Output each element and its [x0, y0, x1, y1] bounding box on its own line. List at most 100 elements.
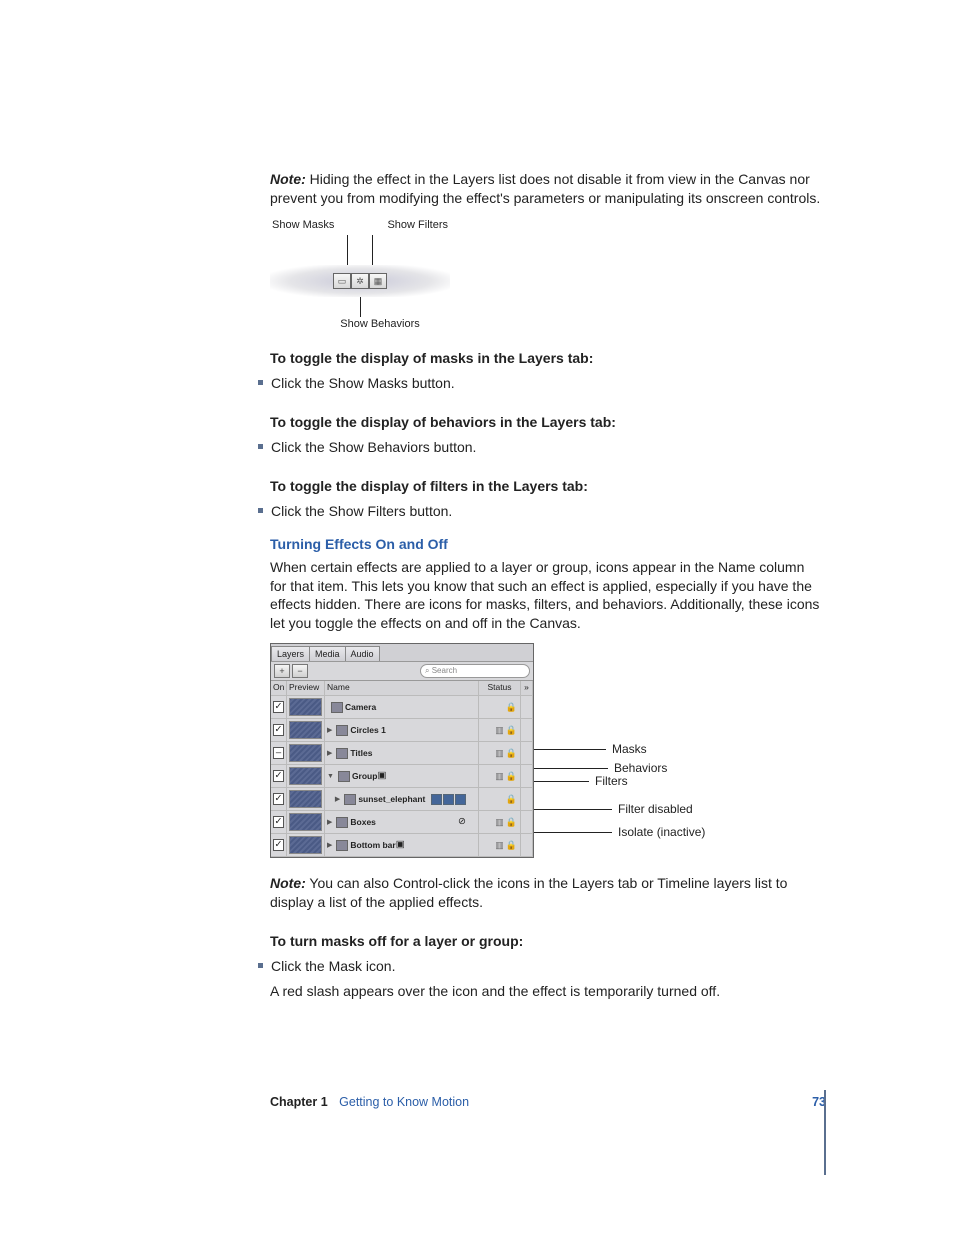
- label-show-behaviors: Show Behaviors: [310, 317, 450, 332]
- bullet-item: Click the Mask icon.: [270, 957, 824, 976]
- note-paragraph: Note: Hiding the effect in the Layers li…: [270, 170, 824, 208]
- preview-thumb: [289, 836, 322, 854]
- isolate-icon[interactable]: ▣: [396, 839, 405, 852]
- status-icon[interactable]: ▥: [495, 839, 504, 851]
- enable-checkbox[interactable]: ✓: [273, 724, 284, 736]
- status-icons: ▥🔒: [481, 816, 518, 828]
- show-masks-button[interactable]: ▭: [333, 273, 351, 289]
- layer-row[interactable]: ✓ ▶sunset_elephant🔒: [271, 788, 533, 811]
- note-text: You can also Control-click the icons in …: [270, 875, 787, 910]
- remove-button[interactable]: −: [292, 664, 308, 678]
- layer-row[interactable]: ✓ ▶ Bottom bar ▣ ▥🔒: [271, 834, 533, 857]
- status-icons: ▥🔒: [481, 747, 518, 759]
- enable-checkbox[interactable]: –: [273, 747, 284, 759]
- masks-icon[interactable]: [431, 794, 442, 805]
- enable-checkbox[interactable]: ✓: [273, 816, 284, 828]
- preview-thumb: [289, 790, 322, 808]
- status-icon[interactable]: 🔒: [506, 770, 517, 782]
- layer-name: Circles 1: [350, 725, 385, 736]
- status-icon[interactable]: 🔒: [506, 747, 517, 759]
- layer-name: Group: [352, 771, 378, 782]
- disclosure-icon[interactable]: ▶: [327, 726, 332, 735]
- enable-checkbox[interactable]: ✓: [273, 839, 284, 851]
- layer-name: Boxes: [350, 817, 376, 828]
- search-input[interactable]: ⌕ Search: [420, 664, 530, 678]
- status-icon[interactable]: 🔒: [506, 793, 517, 805]
- status-icons: ▥🔒: [481, 839, 518, 851]
- show-behaviors-button[interactable]: ✲: [351, 273, 369, 289]
- bullet-text: Click the Mask icon.: [271, 957, 395, 976]
- layer-type-icon: [344, 794, 356, 805]
- tab-media[interactable]: Media: [309, 646, 346, 661]
- status-icon[interactable]: 🔒: [506, 724, 517, 736]
- label-show-filters: Show Filters: [387, 218, 448, 233]
- manual-page: Note: Hiding the effect in the Layers li…: [0, 0, 954, 1235]
- task-heading: To toggle the display of behaviors in th…: [270, 413, 824, 432]
- bullet-item: Click the Show Filters button.: [270, 502, 824, 521]
- disclosure-icon[interactable]: ▶: [327, 841, 332, 850]
- bullet-text: Click the Show Filters button.: [271, 502, 452, 521]
- col-preview: Preview: [287, 681, 325, 695]
- preview-thumb: [289, 698, 322, 716]
- layer-row[interactable]: ✓ ▶ Circles 1 ▥🔒: [271, 719, 533, 742]
- status-icon[interactable]: 🔒: [506, 701, 517, 713]
- status-icon[interactable]: 🔒: [506, 816, 517, 828]
- status-icons: ▥🔒: [481, 724, 518, 736]
- add-button[interactable]: +: [274, 664, 290, 678]
- filter-disabled-icon[interactable]: ⊘: [458, 816, 466, 829]
- preview-thumb: [289, 813, 322, 831]
- layer-row[interactable]: ✓ ▶ Boxes ⊘ ▥🔒: [271, 811, 533, 834]
- tab-layers[interactable]: Layers: [271, 646, 310, 661]
- enable-checkbox[interactable]: ✓: [273, 770, 284, 782]
- bullet-item: Click the Show Behaviors button.: [270, 438, 824, 457]
- bullet-text: Click the Show Masks button.: [271, 374, 455, 393]
- section-heading: Turning Effects On and Off: [270, 535, 824, 554]
- task-heading: To toggle the display of filters in the …: [270, 477, 824, 496]
- layer-type-icon: [336, 840, 348, 851]
- isolate-icon[interactable]: ▣: [377, 770, 386, 783]
- status-icon[interactable]: ▥: [495, 770, 504, 782]
- note-paragraph: Note: You can also Control-click the ico…: [270, 874, 824, 912]
- chapter-title: Getting to Know Motion: [339, 1095, 469, 1109]
- disclosure-icon[interactable]: ▶: [327, 818, 332, 827]
- layer-row[interactable]: ✓ Camera 🔒: [271, 696, 533, 719]
- layer-type-icon: [336, 725, 348, 736]
- page-footer: Chapter 1 Getting to Know Motion 73: [270, 1094, 826, 1111]
- status-icon[interactable]: ▥: [495, 816, 504, 828]
- status-icon[interactable]: 🔒: [506, 839, 517, 851]
- enable-checkbox[interactable]: ✓: [273, 701, 284, 713]
- col-name: Name: [325, 681, 479, 695]
- col-overflow[interactable]: »: [521, 681, 533, 695]
- filters-icon[interactable]: [455, 794, 466, 805]
- layer-name: Bottom bar: [350, 840, 395, 851]
- bullet-item: Click the Show Masks button.: [270, 374, 824, 393]
- search-icon: ⌕: [425, 666, 429, 677]
- layers-panel: Layers Media Audio + − ⌕ Search On Previ…: [270, 643, 534, 858]
- task-heading: To turn masks off for a layer or group:: [270, 932, 824, 951]
- tab-audio[interactable]: Audio: [345, 646, 380, 661]
- behaviors-icon[interactable]: [443, 794, 454, 805]
- layer-type-icon: [336, 817, 348, 828]
- status-icons: 🔒: [481, 793, 518, 805]
- status-icon[interactable]: ▥: [495, 724, 504, 736]
- layer-row[interactable]: ✓ ▼ Group ▣ ▥🔒: [271, 765, 533, 788]
- show-filters-button[interactable]: ▦: [369, 273, 387, 289]
- layer-name: Titles: [350, 748, 372, 759]
- callout-filter-disabled: Filter disabled: [612, 801, 693, 817]
- preview-thumb: [289, 767, 322, 785]
- layer-type-icon: [338, 771, 350, 782]
- enable-checkbox[interactable]: ✓: [273, 793, 284, 805]
- note-prefix: Note:: [270, 171, 306, 187]
- bullet-text: Click the Show Behaviors button.: [271, 438, 476, 457]
- label-show-masks: Show Masks: [272, 218, 334, 233]
- disclosure-icon[interactable]: ▼: [327, 772, 334, 781]
- col-on: On: [271, 681, 287, 695]
- disclosure-icon[interactable]: ▶: [327, 749, 332, 758]
- layer-row[interactable]: – ▶ Titles ▥🔒: [271, 742, 533, 765]
- callout-filters: Filters: [589, 773, 628, 789]
- layer-name: Camera: [345, 702, 376, 713]
- body-paragraph: When certain effects are applied to a la…: [270, 558, 824, 634]
- disclosure-icon[interactable]: ▶: [335, 795, 340, 804]
- panel-tabs[interactable]: Layers Media Audio: [271, 644, 533, 661]
- status-icon[interactable]: ▥: [495, 747, 504, 759]
